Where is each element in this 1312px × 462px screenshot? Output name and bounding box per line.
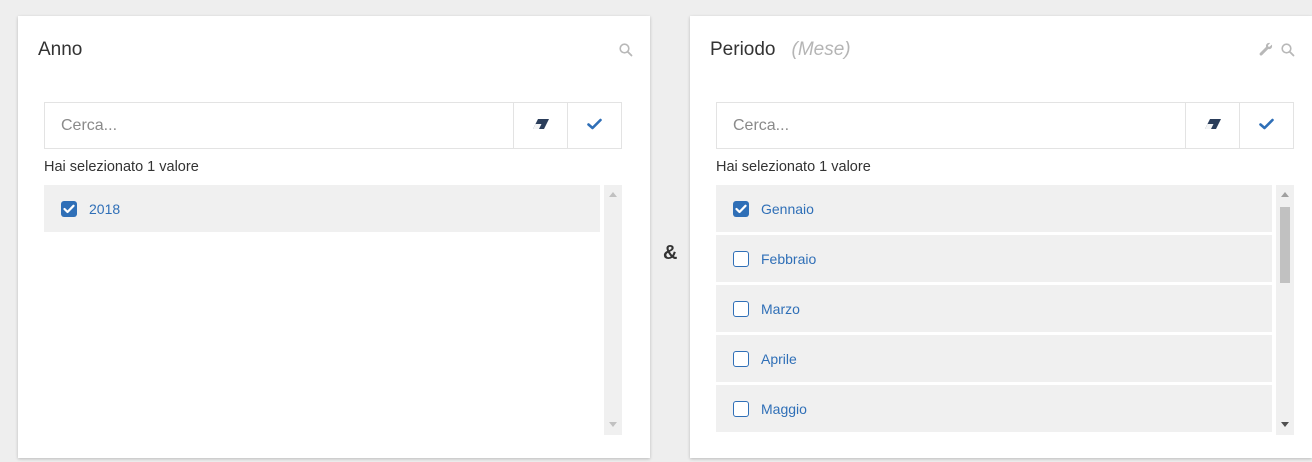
search-bar bbox=[716, 102, 1294, 149]
search-icon[interactable] bbox=[618, 42, 634, 58]
search-icon[interactable] bbox=[1280, 42, 1296, 58]
list-item[interactable]: Maggio bbox=[716, 385, 1272, 432]
list-item-label: Aprile bbox=[761, 350, 797, 367]
scroll-down-arrow[interactable] bbox=[609, 422, 617, 427]
wrench-icon[interactable] bbox=[1258, 42, 1274, 58]
list-item-label: Maggio bbox=[761, 400, 807, 417]
apply-button[interactable] bbox=[1239, 103, 1293, 148]
anno-filter-panel: Anno Hai selezionato 1 valore 2 bbox=[18, 16, 650, 458]
scrollbar-thumb[interactable] bbox=[1280, 207, 1290, 283]
list-item[interactable]: Marzo bbox=[716, 285, 1272, 332]
list-item-label: Gennaio bbox=[761, 200, 814, 217]
checkbox-unchecked[interactable] bbox=[733, 400, 749, 417]
header-icons bbox=[618, 42, 634, 58]
search-input[interactable] bbox=[45, 103, 513, 148]
checkbox-unchecked[interactable] bbox=[733, 250, 749, 267]
panel-header: Anno bbox=[38, 38, 634, 62]
checkmark-icon bbox=[1259, 118, 1274, 133]
header-icons bbox=[1258, 42, 1296, 58]
apply-button[interactable] bbox=[567, 103, 621, 148]
checkbox-unchecked[interactable] bbox=[733, 300, 749, 317]
clear-button[interactable] bbox=[513, 103, 567, 148]
eraser-icon bbox=[532, 118, 550, 133]
list-item[interactable]: Aprile bbox=[716, 335, 1272, 382]
list-item-label: 2018 bbox=[89, 200, 121, 217]
panel-title: Anno bbox=[38, 39, 83, 60]
periodo-filter-panel: Periodo (Mese) Cerca... Hai selezionato … bbox=[690, 16, 1312, 458]
panel-subtitle: (Mese) bbox=[791, 39, 851, 60]
value-list: 2018 bbox=[44, 185, 622, 435]
value-list: Gennaio Febbraio Marzo Aprile Maggio bbox=[716, 185, 1294, 435]
checkbox-checked[interactable] bbox=[61, 200, 77, 217]
list-item[interactable]: Febbraio bbox=[716, 235, 1272, 282]
list-item-label: Febbraio bbox=[761, 250, 817, 267]
list-item[interactable]: 2018 bbox=[44, 185, 600, 232]
list-item[interactable]: Gennaio bbox=[716, 185, 1272, 232]
checkmark-icon bbox=[587, 118, 602, 133]
search-input[interactable] bbox=[717, 103, 1185, 148]
scrollbar[interactable] bbox=[604, 185, 622, 435]
panel-title: Periodo bbox=[710, 39, 776, 60]
eraser-icon bbox=[1204, 118, 1222, 133]
scroll-down-arrow[interactable] bbox=[1281, 422, 1289, 427]
selection-count-text: Hai selezionato 1 valore bbox=[716, 159, 871, 175]
selection-count-text: Hai selezionato 1 valore bbox=[44, 159, 199, 175]
operator-label: & bbox=[663, 242, 678, 264]
value-list-items: 2018 bbox=[44, 185, 600, 235]
filter-canvas: Anno Hai selezionato 1 valore 2 bbox=[0, 0, 1312, 462]
scroll-up-arrow[interactable] bbox=[609, 192, 617, 197]
scroll-up-arrow[interactable] bbox=[1281, 192, 1289, 197]
value-list-items: Gennaio Febbraio Marzo Aprile Maggio bbox=[716, 185, 1272, 435]
list-item-label: Marzo bbox=[761, 300, 800, 317]
checkbox-unchecked[interactable] bbox=[733, 350, 749, 367]
scrollbar[interactable] bbox=[1276, 185, 1294, 435]
search-bar bbox=[44, 102, 622, 149]
clear-button[interactable] bbox=[1185, 103, 1239, 148]
panel-header: Periodo (Mese) bbox=[710, 38, 1296, 62]
checkbox-checked[interactable] bbox=[733, 200, 749, 217]
